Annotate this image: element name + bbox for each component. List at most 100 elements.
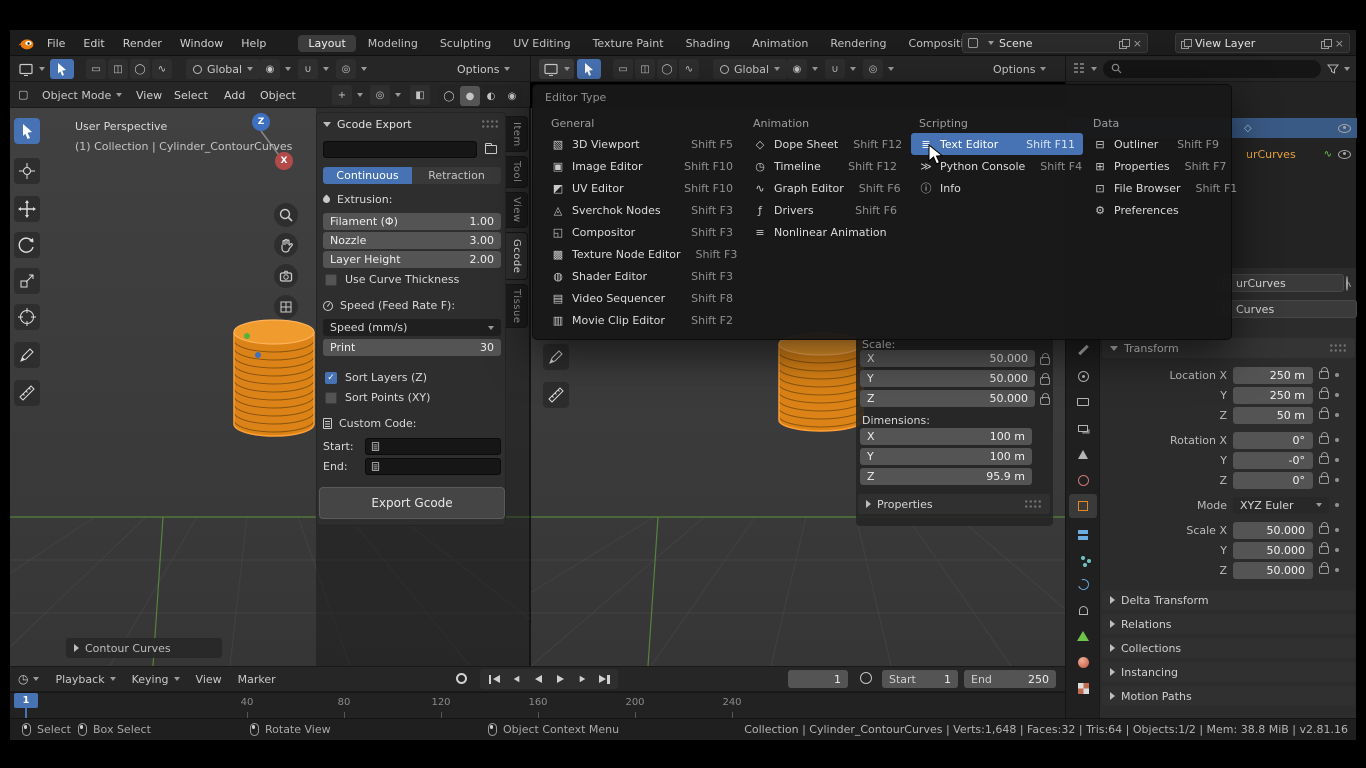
sidebar-tab-tool[interactable]: Tool — [506, 156, 528, 188]
menu-item-properties[interactable]: ⊞PropertiesShift F7 — [1085, 155, 1227, 177]
panel-delta-transform[interactable]: Delta Transform — [1102, 590, 1355, 610]
close-icon[interactable]: × — [1133, 37, 1142, 50]
tool-transform[interactable] — [14, 304, 40, 330]
menu-item-info[interactable]: ⓘInfo — [911, 177, 1083, 199]
pivot-dropdown[interactable]: ◉ — [787, 59, 818, 79]
start-code-input[interactable] — [365, 438, 501, 455]
frame-end-field[interactable]: End 250 — [964, 670, 1056, 688]
select-box-icon[interactable]: ◫ — [108, 59, 128, 79]
animate-dot[interactable] — [1335, 528, 1339, 532]
location-z-field[interactable]: 50 m — [1233, 407, 1313, 424]
sort-points-row[interactable]: Sort Points (XY) — [325, 391, 430, 404]
sidebar-tab-view[interactable]: View — [506, 192, 528, 228]
tab-tool[interactable] — [1069, 338, 1097, 362]
sidebar-tab-item[interactable]: Item — [506, 116, 528, 152]
tab-material[interactable] — [1069, 650, 1097, 674]
menu-item-preferences[interactable]: ⚙Preferences — [1085, 199, 1227, 221]
tab-render[interactable] — [1069, 364, 1097, 388]
tab-world[interactable] — [1069, 468, 1097, 492]
animate-dot[interactable] — [1335, 438, 1339, 442]
new-view-layer-icon[interactable] — [1321, 39, 1330, 48]
menu-item-compositor[interactable]: ◱CompositorShift F3 — [543, 221, 741, 243]
timeline-ruler[interactable]: 40 80 120 160 200 240 1 — [10, 692, 1065, 718]
animate-dot[interactable] — [1335, 458, 1339, 462]
transform-panel-header[interactable]: Transform — [1102, 338, 1355, 358]
sidebar-tab-gcode[interactable]: Gcode — [506, 232, 528, 280]
shading-rendered-icon[interactable]: ◉ — [502, 86, 522, 106]
viewport-3d-left[interactable]: Z X User Perspective (1) Collection | Cy… — [10, 108, 530, 666]
lock-icon[interactable] — [1319, 411, 1329, 419]
tool-select-box[interactable] — [14, 118, 40, 144]
select-lasso-icon[interactable]: ∿ — [679, 59, 699, 79]
gizmo-y-handle[interactable] — [244, 333, 250, 339]
rotation-x-field[interactable]: 0° — [1233, 432, 1313, 449]
blender-logo-icon[interactable] — [16, 36, 34, 51]
lock-icon[interactable] — [1040, 377, 1050, 385]
marker-menu[interactable]: Marker — [230, 673, 284, 686]
pin-icon[interactable] — [1346, 276, 1348, 291]
end-code-input[interactable] — [365, 458, 501, 475]
dim-x-field[interactable]: X100 m — [860, 428, 1032, 445]
menu-item-uv-editor[interactable]: ◩UV EditorShift F10 — [543, 177, 741, 199]
panel-collections[interactable]: Collections — [1102, 638, 1355, 658]
tab-retraction[interactable]: Retraction — [412, 167, 501, 184]
play-reverse-button[interactable] — [527, 670, 549, 688]
lock-icon[interactable] — [1040, 397, 1050, 405]
lock-icon[interactable] — [1040, 357, 1050, 365]
shading-material-icon[interactable]: ◐ — [481, 86, 501, 106]
menu-render[interactable]: Render — [114, 30, 171, 56]
lock-icon[interactable] — [1319, 526, 1329, 534]
tool-rotate[interactable] — [14, 232, 40, 258]
dim-y-field[interactable]: Y100 m — [860, 448, 1032, 465]
drag-grip-icon[interactable] — [481, 119, 499, 129]
workspace-tab-animation[interactable]: Animation — [742, 35, 818, 52]
speed-mode-dropdown[interactable]: Speed (mm/s) — [323, 319, 501, 336]
tab-continuous[interactable]: Continuous — [323, 167, 412, 184]
menu-item-video-sequencer[interactable]: ▤Video SequencerShift F8 — [543, 287, 741, 309]
menu-item-drivers[interactable]: ƒDriversShift F6 — [745, 199, 905, 221]
tab-texture[interactable] — [1069, 676, 1097, 700]
options-dropdown[interactable]: Options — [986, 59, 1053, 79]
rotation-y-field[interactable]: -0° — [1233, 452, 1313, 469]
animate-dot[interactable] — [1335, 478, 1339, 482]
tab-object[interactable] — [1069, 494, 1097, 518]
zoom-button[interactable] — [274, 203, 298, 227]
lock-icon[interactable] — [1319, 436, 1329, 444]
snap-magnet-dropdown[interactable]: ∪ — [825, 59, 856, 79]
panel-motion-paths[interactable]: Motion Paths — [1102, 686, 1355, 706]
select-box-icon[interactable]: ◫ — [635, 59, 655, 79]
proportional-edit-dropdown[interactable]: ◎ — [336, 59, 367, 79]
jump-to-end-button[interactable] — [593, 670, 615, 688]
snap-magnet-dropdown[interactable]: ∪ — [298, 59, 329, 79]
playback-menu[interactable]: Playback — [47, 673, 123, 686]
sort-layers-row[interactable]: ✓ Sort Layers (Z) — [325, 371, 427, 384]
playhead[interactable]: 1 — [14, 693, 38, 708]
close-icon[interactable]: × — [1335, 37, 1344, 50]
menu-item-shader-editor[interactable]: ◍Shader EditorShift F3 — [543, 265, 741, 287]
workspace-tab-modeling[interactable]: Modeling — [358, 35, 428, 52]
scale-z-field[interactable]: 50.000 — [1233, 562, 1313, 579]
lock-icon[interactable] — [1319, 371, 1329, 379]
menu-edit[interactable]: Edit — [74, 30, 113, 56]
next-keyframe-button[interactable] — [571, 670, 593, 688]
menu-window[interactable]: Window — [171, 30, 232, 56]
axis-z-ball[interactable]: Z — [252, 113, 270, 131]
tab-object-data[interactable] — [1069, 624, 1097, 648]
new-scene-icon[interactable] — [1119, 39, 1128, 48]
rotation-z-field[interactable]: 0° — [1233, 472, 1313, 489]
animate-dot[interactable] — [1335, 548, 1339, 552]
select-circle-icon[interactable]: ◯ — [657, 59, 677, 79]
lock-icon[interactable] — [1319, 476, 1329, 484]
menu-item-sverchok-nodes[interactable]: ◬Sverchok NodesShift F3 — [543, 199, 741, 221]
select-tweak-icon[interactable]: ▭ — [86, 59, 106, 79]
breadcrumb-object[interactable]: urCurves — [1216, 274, 1344, 292]
menu-item-dope-sheet[interactable]: ◇Dope SheetShift F12 — [745, 133, 905, 155]
frame-start-field[interactable]: Start 1 — [882, 670, 958, 688]
location-y-field[interactable]: 250 m — [1233, 387, 1313, 404]
use-curve-thickness-row[interactable]: Use Curve Thickness — [325, 273, 459, 286]
tab-physics[interactable] — [1069, 572, 1097, 596]
lock-icon[interactable] — [1319, 391, 1329, 399]
axis-x-ball[interactable]: X — [275, 152, 293, 170]
animate-dot[interactable] — [1335, 413, 1339, 417]
animate-dot[interactable] — [1335, 373, 1339, 377]
